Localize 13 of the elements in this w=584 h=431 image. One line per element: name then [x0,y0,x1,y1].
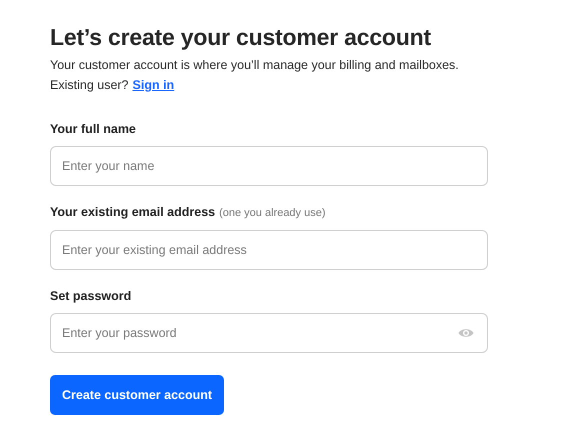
name-field[interactable]: Enter your name [50,146,488,186]
create-account-button[interactable]: Create customer account [50,375,224,415]
field-label: Your existing email address [50,204,216,220]
password-field[interactable]: Enter your password [50,313,488,353]
field-label: Set password [50,288,132,304]
field-label: Your full name [50,121,136,137]
existing-user-text: Existing user? [50,77,129,94]
email-field[interactable]: Enter your existing email address [50,230,488,270]
intro-text: Your customer account is where you’ll manage your billing and mailboxes. [50,57,460,74]
page-title: Let’s create your customer account [50,23,432,52]
field-hint: (one you already use) [219,206,326,221]
sign-in-link[interactable]: Sign in [132,76,174,94]
eye-icon[interactable] [458,327,474,339]
